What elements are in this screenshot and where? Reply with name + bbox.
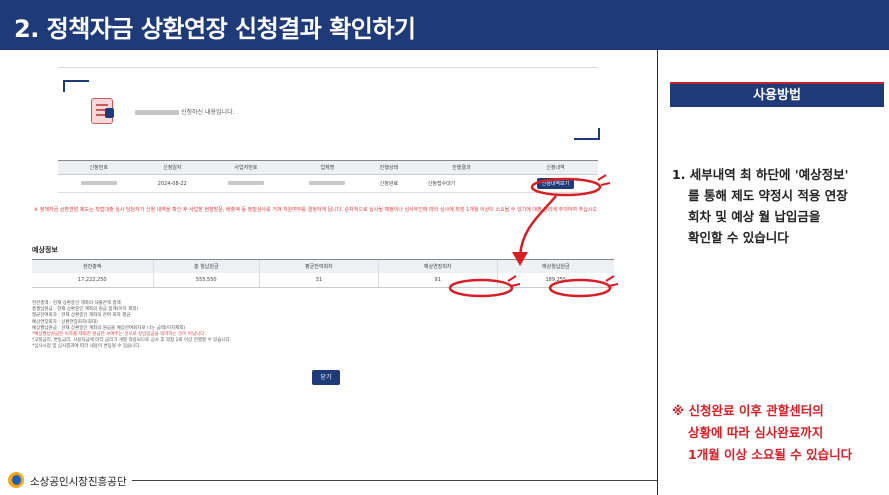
definitions: 현잔총액 : 현재 상환중인 계좌의 대출잔액 총액 총월납원금 : 현재 상환… [32,301,231,351]
col-monthly-principal: 총 월납원금 [152,259,260,273]
cell-total-balance: 17,222,250 [32,272,154,288]
cell-details: 신청내역보기 [512,174,598,193]
instruction-line: 확인할 수 있습니다 [688,230,789,245]
cell-application-no [58,174,140,193]
note-line: ※ 신청완료 이후 관할센터의 [672,403,824,418]
cell-company-name [286,174,369,193]
footer-rule [132,480,657,481]
corner-decoration-top-left [63,80,89,92]
col-application-no: 신청번호 [58,160,140,175]
instruction-line: 회차 및 예상 월 납입금을 [688,209,821,224]
estimate-table: 현잔총액 총 월납원금 평균잔여회차 예상연장회차 예상월납원금 17,222,… [32,259,614,288]
vertical-divider [657,50,658,495]
inquiry-message: 신청하신 내용입니다. [135,107,235,116]
estimate-title: 예상정보 [32,246,58,254]
table-row: 17,222,250 555,550 31 91 189,255 [32,272,614,288]
col-expected-extension: 예상연장회차 [377,259,498,273]
usage-header: 사용방법 [670,82,884,107]
cell-expected-monthly: 189,255 [496,272,614,288]
col-total-balance: 현잔총액 [32,259,154,273]
col-avg-remaining: 평균잔여회차 [258,259,379,273]
col-business-no: 사업자번호 [205,160,287,175]
instruction-text: 1. 세부내역 최 하단에 '예상정보' 를 통해 제도 약정시 적용 연장 회… [672,164,886,248]
cell-avg-remaining: 31 [258,272,379,288]
inquiry-box: 신청하신 내용입니다. [63,80,600,140]
cell-status: 신청완료 [368,174,410,193]
note-text: ※ 신청완료 이후 관할센터의 상황에 따라 심사완료까지 1개월 이상 소요될… [672,400,886,466]
cell-business-no [205,174,287,193]
redacted-value [80,181,117,185]
document-badge-icon [105,108,114,118]
note-line: 상황에 따라 심사완료까지 [688,425,824,440]
note-line: 1개월 이상 소요될 수 있습니다 [688,447,853,462]
corner-decoration-bottom-right [574,128,600,140]
screenshot-panel: 신청하신 내용입니다. 신청번호 신청일자 사업자번호 업체명 진행상태 진행결… [28,64,620,394]
table-row: 2024-08-22 신청완료 신청접수대기 신청내역보기 [58,174,598,193]
col-result: 진행결과 [409,160,513,175]
redacted-value [309,181,346,185]
application-table-header: 신청번호 신청일자 사업자번호 업체명 진행상태 진행결과 신청내역 [58,160,598,175]
col-expected-monthly: 예상월납원금 [496,259,614,273]
semas-logo-icon [8,472,24,488]
col-status: 진행상태 [368,160,410,175]
inquiry-message-text: 신청하신 내용입니다. [181,109,235,116]
application-table: 신청번호 신청일자 사업자번호 업체명 진행상태 진행결과 신청내역 2024-… [58,160,598,193]
col-company-name: 업체명 [286,160,369,175]
view-details-button[interactable]: 신청내역보기 [536,178,575,189]
estimate-table-header: 현잔총액 총 월납원금 평균잔여회차 예상연장회차 예상월납원금 [32,259,614,273]
cell-result: 신청접수대기 [409,174,513,193]
page-title: 2. 정책자금 상환연장 신청결과 확인하기 [14,15,416,43]
cell-expected-extension: 91 [377,272,498,288]
definition-line: *심사시점 및 심사결과에 따라 내용이 변동될 수 있습니다. [32,344,141,350]
col-application-date: 신청일자 [139,160,206,175]
redacted-name [135,110,179,115]
cell-monthly-principal: 555,550 [152,272,260,288]
organization-name: 소상공인시장진흥공단 [30,476,127,488]
close-button[interactable]: 닫기 [312,370,340,385]
redacted-value [227,181,264,185]
title-banner: 2. 정책자금 상환연장 신청결과 확인하기 [0,0,889,50]
col-details: 신청내역 [512,160,598,175]
instruction-line: 1. 세부내역 최 하단에 '예상정보' [672,167,849,182]
screenshot-top-rule [58,67,598,68]
notice-text: ※ 정책자금 상환연장 제도는 직접대출 심사 담당자가 신청 내역을 확인 후… [34,207,597,213]
cell-application-date: 2024-08-22 [139,174,206,193]
instruction-line: 를 통해 제도 약정시 적용 연장 [688,188,848,203]
